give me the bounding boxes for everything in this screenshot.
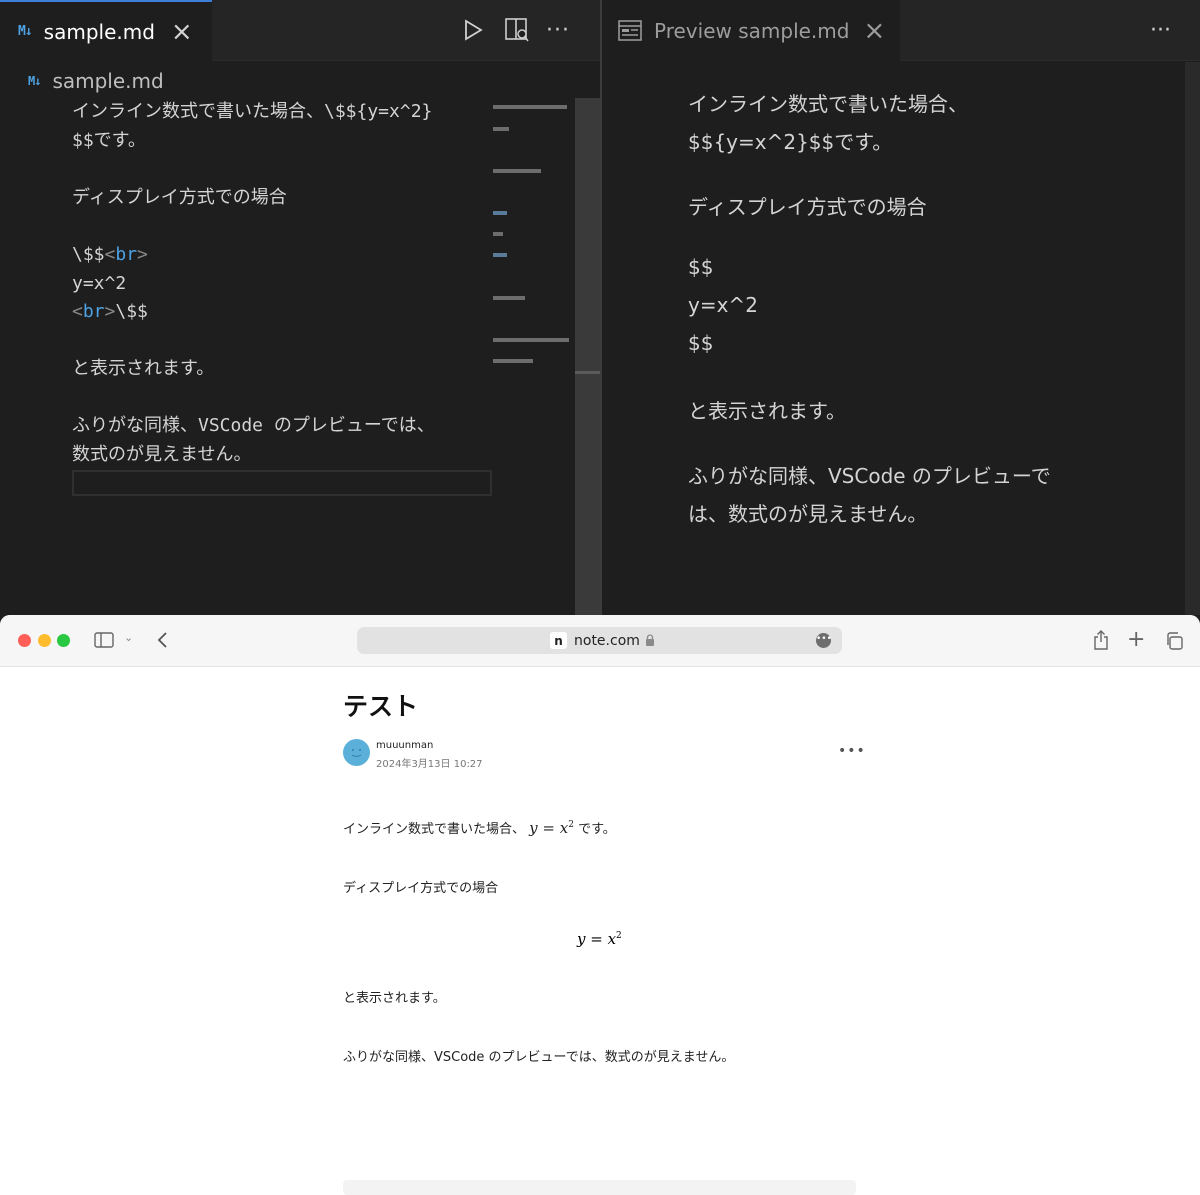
url-display: n note.com — [550, 631, 655, 650]
close-tab-icon[interactable]: × — [171, 19, 193, 45]
open-preview-to-side-icon[interactable] — [504, 17, 530, 43]
new-tab-icon[interactable]: + — [1127, 627, 1145, 652]
math-text: y = x — [529, 819, 569, 837]
editor-actions: ··· — [462, 0, 570, 60]
breadcrumb[interactable]: M↓ sample.md — [28, 66, 164, 96]
minimap[interactable] — [493, 98, 575, 615]
smile-icon — [351, 749, 362, 757]
tag-bracket: > — [137, 244, 148, 265]
paragraph-text: です。 — [578, 822, 616, 837]
tab-preview[interactable]: Preview sample.md × — [602, 0, 900, 61]
chevron-down-icon[interactable]: ⌄ — [124, 631, 133, 644]
markdown-file-icon: M↓ — [18, 24, 33, 39]
code-line-2: $$です。 — [72, 130, 146, 151]
math-body: y = x — [577, 930, 617, 948]
code-line-6: <br>\$$ — [72, 298, 492, 326]
code-line-7: と表示されます。 — [72, 358, 215, 379]
tab-overview-icon[interactable] — [1165, 632, 1183, 650]
code-line-3: ディスプレイ方式での場合 — [72, 187, 287, 208]
editor-group-splitter[interactable] — [600, 0, 602, 615]
preview-scrollbar[interactable] — [1185, 62, 1200, 615]
tab-sample-md[interactable]: M↓ sample.md × — [0, 0, 212, 61]
breadcrumb-filename: sample.md — [52, 69, 164, 93]
sidebar-toggle-icon[interactable] — [94, 632, 114, 648]
article-footer-box — [343, 1180, 856, 1195]
code-text: \$$ — [72, 244, 105, 265]
author-name[interactable]: muuunman — [376, 740, 433, 751]
close-window-button[interactable] — [18, 634, 31, 647]
close-tab-icon[interactable]: × — [863, 18, 885, 44]
lock-icon — [645, 634, 654, 646]
share-icon[interactable] — [1093, 630, 1109, 650]
avatar[interactable] — [343, 739, 370, 766]
preview-line: ふりがな同様、VSCode のプレビューで — [688, 464, 1051, 488]
tab-label: sample.md — [43, 19, 155, 44]
code-line-4: \$$<br> — [72, 241, 492, 269]
preview-line: $${y=x^2}$$です。 — [688, 130, 893, 154]
preview-tab-label: Preview sample.md — [654, 18, 850, 43]
preview-line: ディスプレイ方式での場合 — [688, 195, 927, 219]
code-line-9: 数式のが見えません。 — [72, 444, 252, 465]
code-line-1: インライン数式で書いた場合、\$${y=x^2} — [72, 101, 433, 122]
preview-line: と表示されます。 — [688, 399, 846, 423]
code-line-8: ふりがな同様、VSCode のプレビューでは、 — [72, 415, 435, 436]
tag-bracket: < — [72, 301, 83, 322]
more-actions-icon[interactable]: ··· — [546, 18, 570, 43]
html-tag: br — [115, 244, 138, 265]
page-menu-icon[interactable]: ••• — [816, 633, 832, 648]
math-exponent: 2 — [568, 820, 574, 830]
more-actions-icon[interactable]: ··· — [1150, 18, 1171, 43]
preview-line: $$ — [688, 331, 714, 355]
article-title: テスト — [343, 692, 419, 721]
preview-icon — [618, 19, 642, 41]
run-icon[interactable] — [462, 19, 484, 41]
back-icon[interactable] — [157, 632, 169, 648]
article-paragraph-2: ディスプレイ方式での場合 — [343, 881, 499, 896]
article-paragraph-4: ふりがな同様、VSCode のプレビューでは、数式のが見えません。 — [343, 1050, 735, 1065]
inline-math: y = x2 — [529, 819, 574, 837]
vscode-window: M↓ sample.md × ··· M↓ sample.md インライン数式で… — [0, 0, 1200, 615]
editor-scrollbar[interactable] — [575, 98, 600, 615]
minimize-window-button[interactable] — [38, 634, 51, 647]
safari-window: ⌄ n note.com ••• + テスト muuunman 2024年3月1… — [0, 615, 1200, 1195]
preview-line: $$ — [688, 255, 714, 279]
article-paragraph-3: と表示されます。 — [343, 991, 446, 1006]
preview-line: インライン数式で書いた場合、 — [688, 92, 968, 116]
tag-bracket: > — [104, 301, 116, 322]
address-bar[interactable]: n note.com ••• — [357, 627, 842, 654]
display-math: y = x2 — [577, 929, 622, 948]
math-text: y = x2 — [577, 930, 622, 948]
paragraph-text: インライン数式で書いた場合、 — [343, 822, 526, 837]
scrollbar-thumb[interactable] — [575, 371, 600, 374]
html-tag: br — [82, 301, 105, 322]
code-line-5: y=x^2 — [72, 273, 127, 294]
more-options-icon[interactable]: ••• — [838, 743, 866, 759]
math-exponent: 2 — [616, 931, 622, 941]
browser-toolbar: ⌄ n note.com ••• + — [0, 615, 1200, 667]
preview-line: y=x^2 — [688, 293, 758, 317]
zoom-window-button[interactable] — [57, 634, 70, 647]
markdown-file-icon: M↓ — [28, 74, 41, 88]
code-text: \$$ — [115, 301, 148, 322]
current-line-highlight — [72, 470, 492, 496]
url-text: note.com — [574, 632, 640, 649]
tag-bracket: < — [104, 244, 116, 265]
site-favicon: n — [550, 632, 567, 649]
publish-date: 2024年3月13日 10:27 — [376, 759, 483, 770]
article-paragraph-1: インライン数式で書いた場合、 y = x2 です。 — [343, 818, 616, 837]
preview-line: は、数式のが見えません。 — [688, 502, 928, 526]
